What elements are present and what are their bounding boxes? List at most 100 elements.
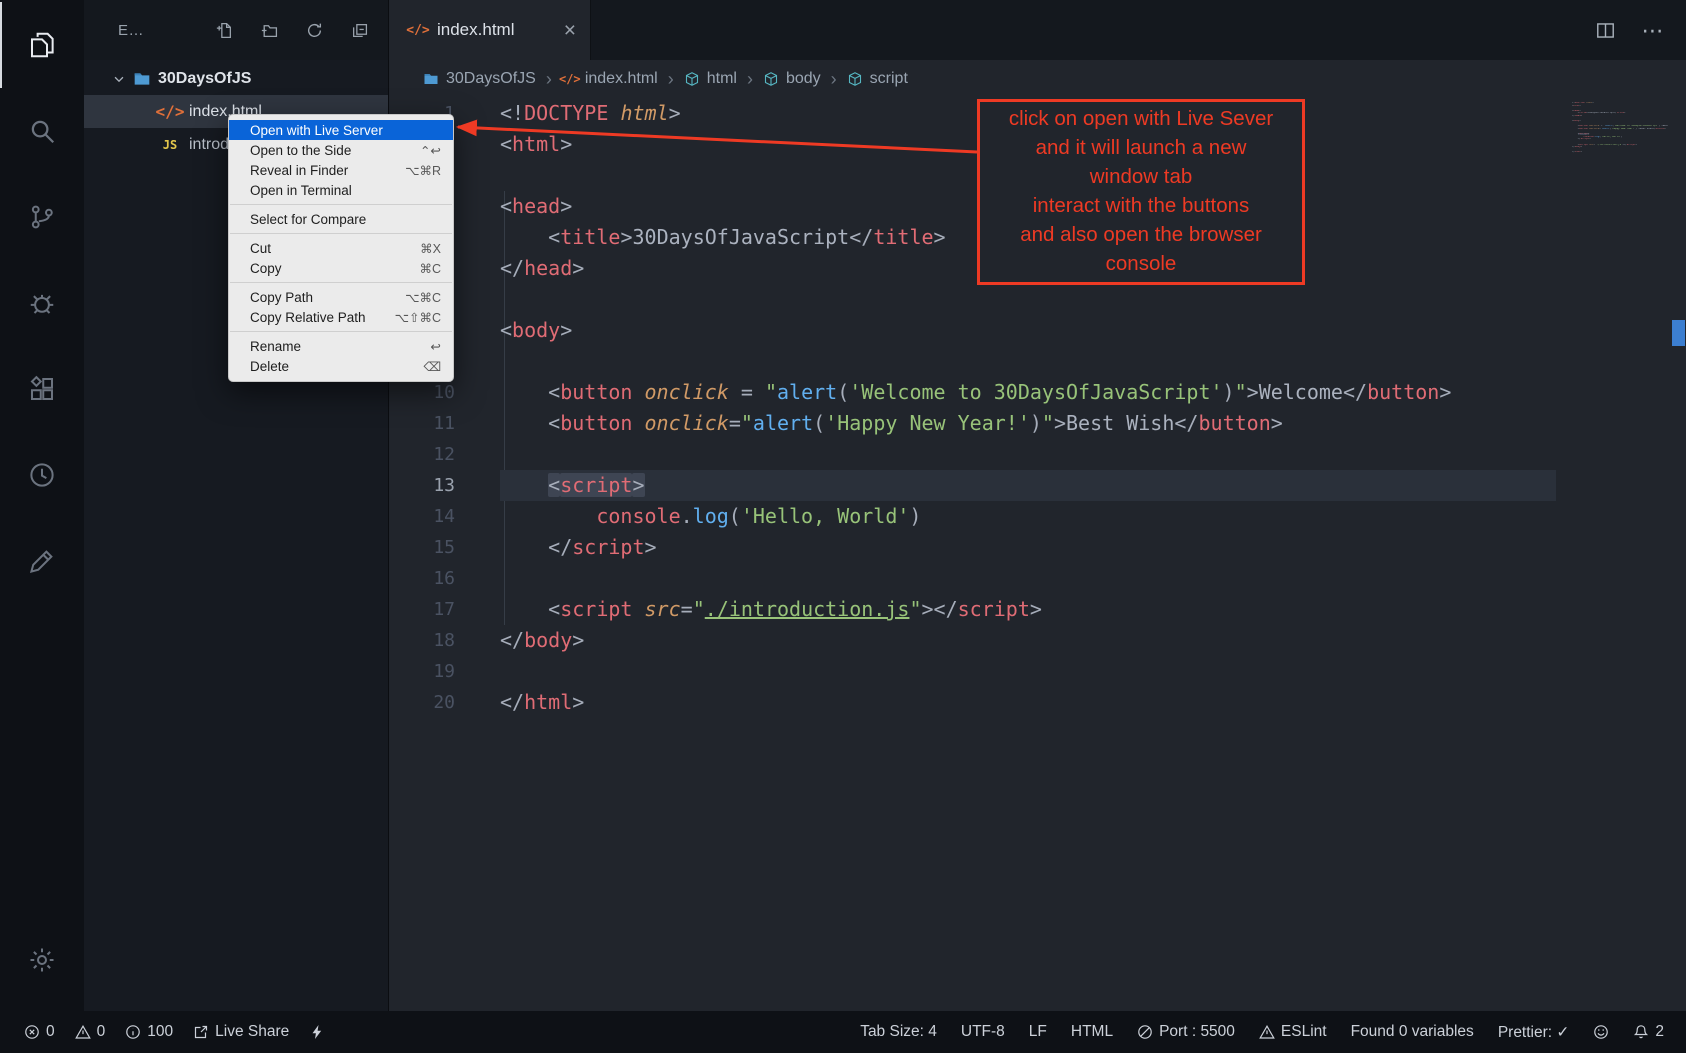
more-icon[interactable]: ⋯ bbox=[1643, 21, 1662, 40]
scrollbar[interactable] bbox=[1671, 98, 1686, 1011]
folder-icon bbox=[423, 71, 439, 87]
code-line-19[interactable]: 19 bbox=[389, 656, 1556, 687]
menu-item-select-for-compare[interactable]: Select for Compare bbox=[229, 209, 453, 229]
code-editor[interactable]: 1<!DOCTYPE html>2<html>34<head>5 <title>… bbox=[389, 98, 1556, 718]
menu-item-copy[interactable]: Copy⌘C bbox=[229, 258, 453, 278]
status-item-tab-size[interactable]: Tab Size: 4 bbox=[860, 1023, 937, 1041]
tree-root[interactable]: 30DaysOfJS bbox=[84, 62, 388, 95]
code-line-11[interactable]: 11 <button onclick="alert('Happy New Yea… bbox=[389, 408, 1556, 439]
status-item-errors[interactable]: 0 bbox=[24, 1023, 55, 1041]
pencil-icon bbox=[27, 546, 57, 576]
menu-item-open-in-terminal[interactable]: Open in Terminal bbox=[229, 180, 453, 200]
menu-item-rename[interactable]: Rename↩ bbox=[229, 336, 453, 356]
code-line-12[interactable]: 12 bbox=[389, 439, 1556, 470]
code-line-7[interactable]: 7 bbox=[389, 284, 1556, 315]
gear-icon bbox=[27, 945, 57, 975]
chevron-right-icon: › bbox=[747, 69, 753, 90]
menu-item-copy-relative-path[interactable]: Copy Relative Path⌥⇧⌘C bbox=[229, 307, 453, 327]
status-item-variables[interactable]: Found 0 variables bbox=[1351, 1023, 1474, 1041]
share-icon bbox=[193, 1024, 209, 1040]
menu-item-open-to-the-side[interactable]: Open to the Side⌃↩ bbox=[229, 140, 453, 160]
tab-bar: </> index.html × ⋯ bbox=[389, 0, 1686, 60]
breadcrumb-item-html[interactable]: html bbox=[684, 70, 737, 88]
code-line-17[interactable]: 17 <script src="./introduction.js"></scr… bbox=[389, 594, 1556, 625]
status-item-quick-action[interactable] bbox=[309, 1024, 325, 1040]
activity-item-feedback[interactable] bbox=[0, 518, 84, 604]
warning-icon bbox=[75, 1024, 91, 1040]
status-item-live-share[interactable]: Live Share bbox=[193, 1023, 289, 1041]
menu-separator bbox=[230, 331, 452, 332]
new-folder-icon[interactable] bbox=[261, 22, 278, 39]
status-item-eol[interactable]: LF bbox=[1029, 1023, 1047, 1041]
collapse-all-icon[interactable] bbox=[351, 22, 368, 39]
new-file-icon[interactable] bbox=[216, 22, 233, 39]
activity-bar bbox=[0, 0, 84, 1011]
refresh-icon[interactable] bbox=[306, 22, 323, 39]
context-menu: Open with Live ServerOpen to the Side⌃↩R… bbox=[228, 114, 454, 382]
html-file-icon: </> bbox=[409, 22, 427, 38]
activity-item-run-and-debug[interactable] bbox=[0, 260, 84, 346]
status-item-info[interactable]: 100 bbox=[125, 1023, 173, 1041]
files-icon bbox=[27, 30, 57, 60]
close-icon[interactable]: × bbox=[564, 20, 576, 41]
html-file-icon: </> bbox=[160, 103, 180, 121]
activity-item-timeline[interactable] bbox=[0, 432, 84, 518]
code-line-13[interactable]: 13 <script> bbox=[389, 470, 1556, 501]
status-label: Live Share bbox=[215, 1023, 289, 1041]
status-item-language-mode[interactable]: HTML bbox=[1071, 1023, 1113, 1041]
bell-icon bbox=[1633, 1024, 1649, 1040]
status-item-feedback-smiley[interactable] bbox=[1593, 1024, 1609, 1040]
minimap[interactable]: <!DOCTYPE html><html><head> <title>30Day… bbox=[1572, 102, 1668, 154]
status-label: ESLint bbox=[1281, 1023, 1327, 1041]
breadcrumb-item-index-html[interactable]: </>index.html bbox=[562, 70, 658, 88]
breadcrumb-item-script[interactable]: script bbox=[847, 70, 908, 88]
code-line-5[interactable]: 5 <title>30DaysOfJavaScript</title> bbox=[389, 222, 1556, 253]
activity-item-explorer[interactable] bbox=[0, 2, 84, 88]
activity-bar-bottom bbox=[0, 917, 84, 1003]
tab-index-html[interactable]: </> index.html × bbox=[389, 0, 591, 60]
code-line-16[interactable]: 16 bbox=[389, 563, 1556, 594]
status-item-prettier[interactable]: Prettier: ✓ bbox=[1498, 1023, 1570, 1042]
status-label: 0 bbox=[97, 1023, 106, 1041]
status-label: Prettier: ✓ bbox=[1498, 1023, 1570, 1042]
code-line-9[interactable]: 9 bbox=[389, 346, 1556, 377]
activity-item-settings[interactable] bbox=[0, 917, 84, 1003]
code-line-20[interactable]: 20</html> bbox=[389, 687, 1556, 718]
breadcrumb: 30DaysOfJS›</>index.html›html›body›scrip… bbox=[389, 60, 1686, 98]
activity-item-search[interactable] bbox=[0, 88, 84, 174]
status-item-notifications[interactable]: 2 bbox=[1633, 1023, 1664, 1041]
breadcrumb-item-30daysofjs[interactable]: 30DaysOfJS bbox=[423, 70, 536, 88]
code-line-14[interactable]: 14 console.log('Hello, World') bbox=[389, 501, 1556, 532]
code-line-15[interactable]: 15 </script> bbox=[389, 532, 1556, 563]
activity-item-source-control[interactable] bbox=[0, 174, 84, 260]
code-line-10[interactable]: 10 <button onclick = "alert('Welcome to … bbox=[389, 377, 1556, 408]
status-item-eslint[interactable]: ESLint bbox=[1259, 1023, 1327, 1041]
status-item-encoding[interactable]: UTF-8 bbox=[961, 1023, 1005, 1041]
code-line-6[interactable]: 6</head> bbox=[389, 253, 1556, 284]
activity-bar-top bbox=[0, 0, 84, 604]
tab-label: index.html bbox=[437, 20, 514, 40]
menu-item-delete[interactable]: Delete⌫ bbox=[229, 356, 453, 376]
code-line-8[interactable]: 8<body> bbox=[389, 315, 1556, 346]
scrollbar-marker bbox=[1672, 320, 1685, 346]
explorer-actions bbox=[216, 22, 368, 39]
menu-item-reveal-in-finder[interactable]: Reveal in Finder⌥⌘R bbox=[229, 160, 453, 180]
code-line-3[interactable]: 3 bbox=[389, 160, 1556, 191]
breadcrumb-item-body[interactable]: body bbox=[763, 70, 821, 88]
code-line-4[interactable]: 4<head> bbox=[389, 191, 1556, 222]
menu-item-cut[interactable]: Cut⌘X bbox=[229, 238, 453, 258]
annotation-box: click on open with Live Sever and it wil… bbox=[977, 99, 1305, 285]
symbol-icon bbox=[684, 71, 700, 87]
menu-item-copy-path[interactable]: Copy Path⌥⌘C bbox=[229, 287, 453, 307]
bug-icon bbox=[27, 288, 57, 318]
code-line-2[interactable]: 2<html> bbox=[389, 129, 1556, 160]
status-item-warnings[interactable]: 0 bbox=[75, 1023, 106, 1041]
html-file-icon: </> bbox=[562, 71, 578, 87]
status-item-live-server-port[interactable]: Port : 5500 bbox=[1137, 1023, 1235, 1041]
activity-item-extensions[interactable] bbox=[0, 346, 84, 432]
status-label: 0 bbox=[46, 1023, 55, 1041]
menu-item-open-with-live-server[interactable]: Open with Live Server bbox=[229, 120, 453, 140]
code-line-18[interactable]: 18</body> bbox=[389, 625, 1556, 656]
code-line-1[interactable]: 1<!DOCTYPE html> bbox=[389, 98, 1556, 129]
split-editor-icon[interactable] bbox=[1596, 21, 1615, 40]
